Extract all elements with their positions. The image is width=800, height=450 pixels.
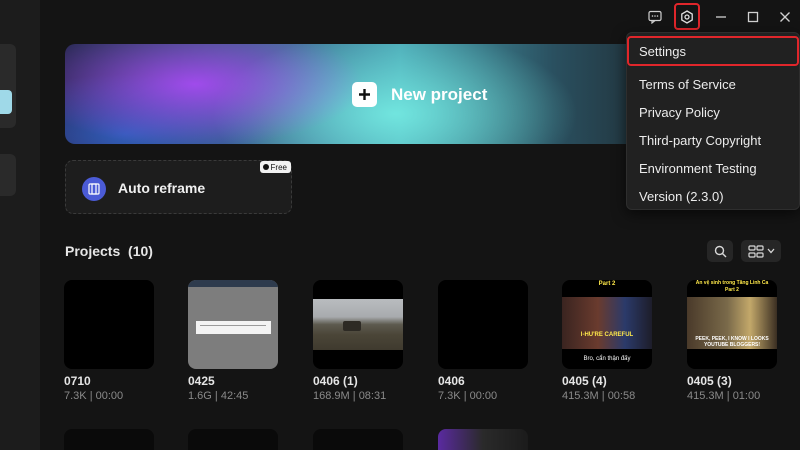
- sidebar-active-indicator: [0, 90, 12, 114]
- projects-title: Projects: [65, 243, 121, 259]
- project-card[interactable]: 0406 (1) 168.9M | 08:31: [313, 280, 403, 402]
- project-name: 0405 (4): [562, 374, 607, 388]
- project-thumbnail[interactable]: [438, 429, 528, 450]
- projects-count: (10): [128, 243, 153, 259]
- settings-menu: Settings Terms of Service Privacy Policy…: [626, 32, 800, 210]
- settings-icon: [681, 9, 693, 24]
- project-thumbnail[interactable]: Ăn vệ sinh trong Tăng Linh Ca Part 2 PEE…: [687, 280, 777, 369]
- maximize-icon: [747, 11, 759, 23]
- project-thumbnail[interactable]: [313, 429, 403, 450]
- auto-reframe-card[interactable]: Auto reframe Free: [65, 160, 292, 214]
- feedback-button[interactable]: [642, 4, 668, 30]
- project-card[interactable]: Part 2 I-HU'RE CAREFUL Bro, cẩn thận đấy…: [562, 280, 652, 402]
- reframe-icon: [82, 177, 106, 201]
- menu-item-privacy-policy[interactable]: Privacy Policy: [639, 105, 720, 120]
- menu-item-terms-of-service[interactable]: Terms of Service: [639, 77, 736, 92]
- menu-item-version[interactable]: Version (2.3.0): [639, 189, 724, 204]
- free-badge: Free: [259, 161, 291, 173]
- search-icon: [714, 245, 726, 257]
- feedback-icon: [648, 10, 662, 24]
- project-name: 0425: [188, 374, 215, 388]
- projects-header: Projects (10): [65, 243, 153, 259]
- badge-dot-icon: [262, 164, 269, 170]
- project-name: 0406: [438, 374, 465, 388]
- project-meta: 168.9M | 08:31: [313, 390, 387, 402]
- settings-button[interactable]: [674, 3, 700, 30]
- project-meta: 7.3K | 00:00: [438, 390, 498, 402]
- sidebar: [0, 0, 40, 450]
- project-name: 0405 (3): [687, 374, 732, 388]
- maximize-button[interactable]: [740, 4, 766, 30]
- project-card[interactable]: 0710 7.3K | 00:00: [64, 280, 154, 402]
- project-thumbnail[interactable]: [188, 280, 278, 369]
- menu-item-environment-testing[interactable]: Environment Testing: [639, 161, 757, 176]
- chevron-down-icon: [767, 248, 774, 254]
- project-thumbnail[interactable]: [313, 280, 403, 369]
- project-thumbnail[interactable]: [188, 429, 278, 450]
- search-button[interactable]: [707, 240, 733, 262]
- project-card[interactable]: 0406 7.3K | 00:00: [438, 280, 528, 402]
- project-meta: 415.3M | 01:00: [687, 390, 761, 402]
- view-toggle-button[interactable]: [741, 240, 781, 262]
- project-name: 0710: [64, 374, 91, 388]
- minimize-button[interactable]: [708, 4, 734, 30]
- new-project-content: New project: [352, 82, 487, 107]
- project-meta: 1.6G | 42:45: [188, 390, 249, 402]
- close-button[interactable]: [772, 4, 798, 30]
- menu-item-third-party-copyright[interactable]: Third-party Copyright: [639, 133, 761, 148]
- sidebar-item-secondary[interactable]: [0, 154, 16, 196]
- menu-item-settings[interactable]: Settings: [627, 36, 799, 66]
- new-project-label: New project: [391, 84, 488, 104]
- new-project-banner[interactable]: New project: [65, 44, 675, 144]
- project-name: 0406 (1): [313, 374, 358, 388]
- project-thumbnail[interactable]: Part 2 I-HU'RE CAREFUL Bro, cẩn thận đấy: [562, 280, 652, 369]
- close-icon: [780, 12, 790, 22]
- project-thumbnail[interactable]: [64, 429, 154, 450]
- project-card[interactable]: Ăn vệ sinh trong Tăng Linh Ca Part 2 PEE…: [687, 280, 777, 402]
- plus-icon: [352, 82, 377, 107]
- project-meta: 415.3M | 00:58: [562, 390, 636, 402]
- grid-view-icon: [747, 244, 764, 258]
- project-thumbnail[interactable]: [64, 280, 154, 369]
- project-meta: 7.3K | 00:00: [64, 390, 124, 402]
- project-thumbnail[interactable]: [438, 280, 528, 369]
- free-badge-label: Free: [270, 162, 287, 172]
- minimize-icon: [716, 16, 726, 18]
- auto-reframe-label: Auto reframe: [118, 180, 206, 196]
- sidebar-item-home[interactable]: [0, 44, 16, 128]
- project-card[interactable]: 0425 1.6G | 42:45: [188, 280, 278, 402]
